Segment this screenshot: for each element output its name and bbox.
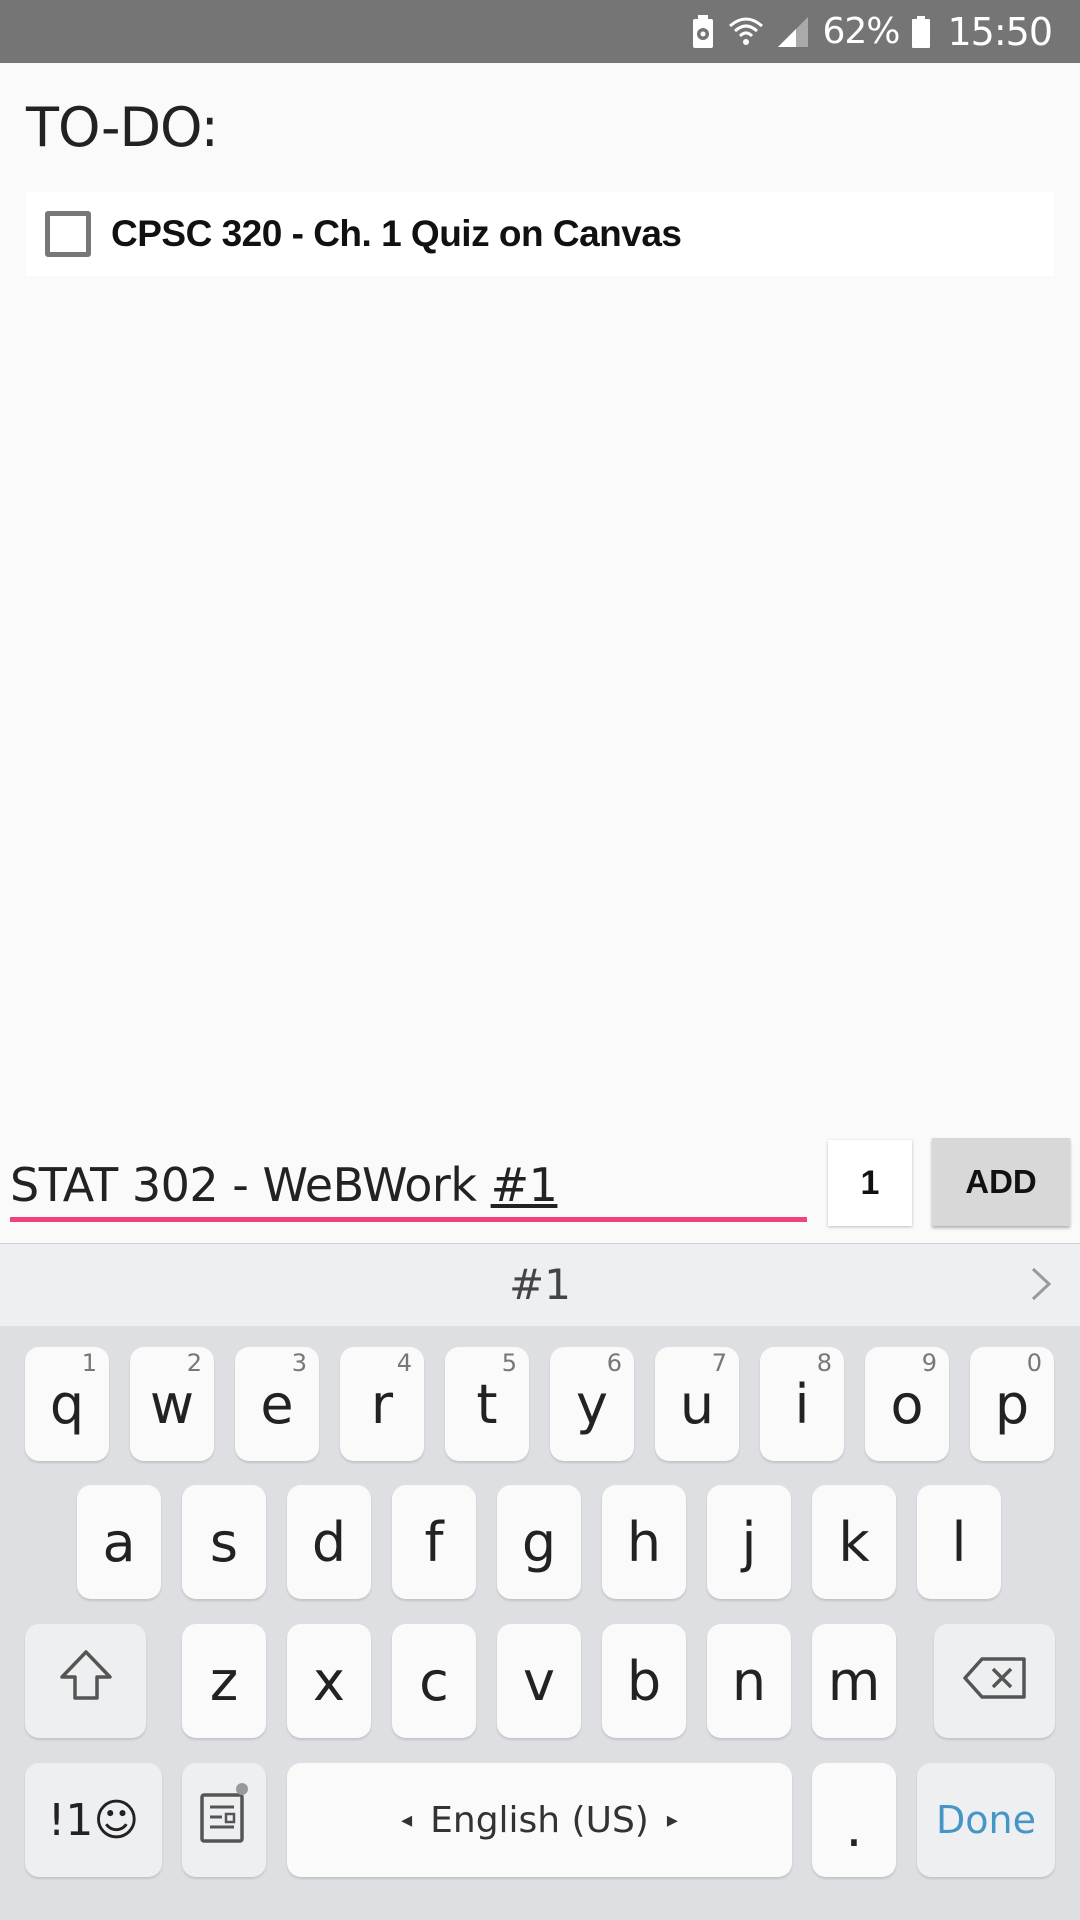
- key-n[interactable]: n: [707, 1624, 791, 1738]
- caret-right-icon: ▸: [666, 1807, 678, 1833]
- key-r[interactable]: 4r: [340, 1347, 424, 1461]
- soft-keyboard: #1 1q 2w 3e 4r 5t 6y 7u 8i 9o 0p a s d f…: [0, 1243, 1080, 1920]
- key-label: t: [476, 1372, 498, 1436]
- key-label: y: [576, 1372, 608, 1436]
- status-bar-right: 62% 15:50: [690, 0, 1053, 63]
- period-key[interactable]: .: [812, 1763, 896, 1877]
- key-z[interactable]: z: [182, 1624, 266, 1738]
- key-label: w: [149, 1372, 195, 1436]
- key-j[interactable]: j: [707, 1485, 791, 1599]
- symbols-key[interactable]: !1☺: [25, 1763, 162, 1877]
- key-e[interactable]: 3e: [235, 1347, 319, 1461]
- key-b[interactable]: b: [602, 1624, 686, 1738]
- key-hint: 2: [186, 1349, 202, 1377]
- key-i[interactable]: 8i: [760, 1347, 844, 1461]
- key-y[interactable]: 6y: [550, 1347, 634, 1461]
- key-hint: 4: [396, 1349, 412, 1377]
- key-hint: 0: [1026, 1349, 1042, 1377]
- key-label: i: [794, 1372, 810, 1436]
- list-item[interactable]: CPSC 320 - Ch. 1 Quiz on Canvas: [26, 192, 1054, 276]
- key-hint: 9: [921, 1349, 937, 1377]
- key-p[interactable]: 0p: [970, 1347, 1054, 1461]
- key-a[interactable]: a: [77, 1485, 161, 1599]
- backspace-icon: [962, 1650, 1028, 1713]
- space-key[interactable]: ◂ English (US) ▸: [287, 1763, 792, 1877]
- key-hint: 8: [816, 1349, 832, 1377]
- key-label: p: [994, 1372, 1030, 1436]
- key-label: q: [49, 1372, 85, 1436]
- key-d[interactable]: d: [287, 1485, 371, 1599]
- caret-left-icon: ◂: [401, 1807, 413, 1833]
- key-label: e: [260, 1372, 294, 1436]
- key-k[interactable]: k: [812, 1485, 896, 1599]
- todo-list: CPSC 320 - Ch. 1 Quiz on Canvas: [26, 192, 1054, 276]
- key-hint: 3: [291, 1349, 307, 1377]
- key-w[interactable]: 2w: [130, 1347, 214, 1461]
- key-f[interactable]: f: [392, 1485, 476, 1599]
- key-u[interactable]: 7u: [655, 1347, 739, 1461]
- add-task-row: STAT 302 - WeBWork #1 1 ADD: [0, 1138, 1080, 1234]
- key-l[interactable]: l: [917, 1485, 1001, 1599]
- key-label: r: [370, 1372, 394, 1436]
- key-hint: 5: [501, 1349, 517, 1377]
- battery-saver-icon: [690, 14, 716, 50]
- suggestion-word[interactable]: #1: [0, 1260, 1080, 1309]
- key-c[interactable]: c: [392, 1624, 476, 1738]
- space-key-label: English (US): [430, 1799, 649, 1841]
- todo-item-label: CPSC 320 - Ch. 1 Quiz on Canvas: [111, 213, 682, 254]
- key-x[interactable]: x: [287, 1624, 371, 1738]
- page-title: TO-DO:: [26, 96, 219, 159]
- key-m[interactable]: m: [812, 1624, 896, 1738]
- clipboard-icon: [196, 1781, 252, 1860]
- key-s[interactable]: s: [182, 1485, 266, 1599]
- shift-icon: [58, 1647, 114, 1716]
- key-label: u: [679, 1372, 715, 1436]
- quantity-field[interactable]: 1: [828, 1140, 912, 1226]
- key-hint: 7: [711, 1349, 727, 1377]
- key-q[interactable]: 1q: [25, 1347, 109, 1461]
- battery-icon: [911, 15, 931, 49]
- key-hint: 6: [606, 1349, 622, 1377]
- done-label: Done: [936, 1798, 1036, 1842]
- key-h[interactable]: h: [602, 1485, 686, 1599]
- clipboard-key[interactable]: [182, 1763, 266, 1877]
- key-g[interactable]: g: [497, 1485, 581, 1599]
- task-input[interactable]: [10, 1138, 807, 1222]
- backspace-key[interactable]: [934, 1624, 1055, 1738]
- wifi-icon: [728, 14, 764, 50]
- done-key[interactable]: Done: [917, 1763, 1055, 1877]
- todo-checkbox[interactable]: [45, 211, 91, 257]
- clock: 15:50: [947, 9, 1053, 54]
- space-key-content: ◂ English (US) ▸: [401, 1800, 678, 1841]
- key-v[interactable]: v: [497, 1624, 581, 1738]
- chevron-right-icon[interactable]: [1030, 1266, 1052, 1312]
- key-o[interactable]: 9o: [865, 1347, 949, 1461]
- suggestion-bar: #1: [0, 1243, 1080, 1326]
- shift-key[interactable]: [25, 1624, 146, 1738]
- add-button[interactable]: ADD: [932, 1138, 1070, 1226]
- key-t[interactable]: 5t: [445, 1347, 529, 1461]
- battery-percent: 62%: [822, 11, 900, 52]
- key-hint: 1: [81, 1349, 97, 1377]
- key-label: o: [890, 1372, 924, 1436]
- signal-icon: [776, 15, 810, 49]
- status-bar: 62% 15:50: [0, 0, 1080, 63]
